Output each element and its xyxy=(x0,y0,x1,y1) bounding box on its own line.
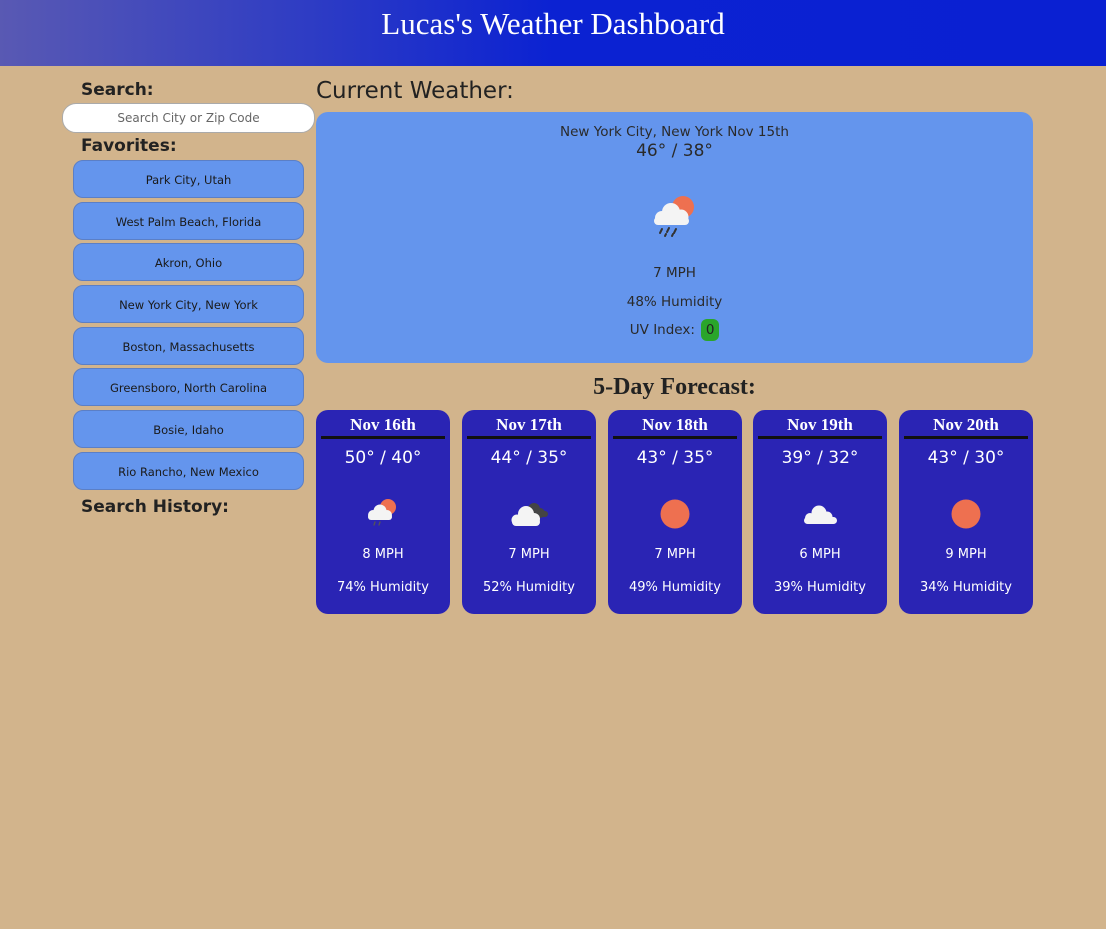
favorites-list: Park City, Utah West Palm Beach, Florida… xyxy=(73,160,304,494)
forecast-wind: 7 MPH xyxy=(508,547,550,562)
uv-label: UV Index: xyxy=(629,322,695,338)
forecast-temps: 39° / 32° xyxy=(781,448,859,468)
page-title: Lucas's Weather Dashboard xyxy=(381,6,725,41)
current-wind: 7 MPH xyxy=(653,265,696,281)
favorite-button-akron[interactable]: Akron, Ohio xyxy=(73,243,304,282)
uv-index-badge: 0 xyxy=(701,319,720,341)
current-humidity: 48% Humidity xyxy=(626,294,723,310)
favorite-button-rio-rancho[interactable]: Rio Rancho, New Mexico xyxy=(73,451,304,490)
forecast-date: Nov 16th xyxy=(350,415,416,434)
forecast-temps: 44° / 35° xyxy=(490,448,568,468)
forecast-card: Nov 18th 43° / 35° 7 MPH 49% Humidity xyxy=(608,410,742,614)
forecast-card: Nov 19th 39° / 32° 6 MPH 39% Humidity xyxy=(753,410,887,614)
divider xyxy=(904,436,1028,439)
favorite-button-boston[interactable]: Boston, Massachusetts xyxy=(73,326,304,365)
forecast-temps: 50° / 40° xyxy=(344,448,422,468)
forecast-wind: 8 MPH xyxy=(362,547,404,562)
forecast-date: Nov 20th xyxy=(933,415,999,434)
forecast-wind: 9 MPH xyxy=(945,547,987,562)
forecast-date: Nov 18th xyxy=(642,415,708,434)
forecast-humidity: 39% Humidity xyxy=(774,580,866,595)
divider xyxy=(321,436,445,439)
forecast-temps: 43° / 35° xyxy=(636,448,714,468)
forecast-humidity: 49% Humidity xyxy=(629,580,721,595)
favorites-label: Favorites: xyxy=(81,136,177,156)
cloud-sun-rain-icon xyxy=(368,499,396,526)
forecast-humidity: 34% Humidity xyxy=(920,580,1012,595)
forecast-humidity: 52% Humidity xyxy=(483,580,575,595)
favorite-button-new-york-city[interactable]: New York City, New York xyxy=(73,285,304,324)
cloud-icon xyxy=(804,505,837,524)
divider xyxy=(758,436,882,439)
forecast-wind: 6 MPH xyxy=(799,547,841,562)
current-location-date: New York City, New York Nov 15th xyxy=(560,124,789,140)
current-uv-row: UV Index: 0 xyxy=(316,319,1033,341)
current-weather-heading: Current Weather: xyxy=(316,78,514,104)
forecast-card: Nov 17th 44° / 35° 7 MPH 52% Humidity xyxy=(462,410,596,614)
current-weather-card: New York City, New York Nov 15th 46° / 3… xyxy=(316,112,1033,363)
cloud-sun-rain-icon xyxy=(654,196,694,237)
cloud-night-icon xyxy=(511,503,548,526)
favorite-button-greensboro[interactable]: Greensboro, North Carolina xyxy=(73,368,304,407)
divider xyxy=(613,436,737,439)
current-temps: 46° / 38° xyxy=(636,141,713,161)
forecast-card: Nov 20th 43° / 30° 9 MPH 34% Humidity xyxy=(899,410,1033,614)
favorite-button-west-palm-beach[interactable]: West Palm Beach, Florida xyxy=(73,201,304,240)
forecast-temps: 43° / 30° xyxy=(927,448,1005,468)
forecast-humidity: 74% Humidity xyxy=(337,580,429,595)
header-bar: Lucas's Weather Dashboard xyxy=(0,0,1106,66)
search-input[interactable] xyxy=(62,103,315,133)
forecast-date: Nov 17th xyxy=(496,415,562,434)
forecast-card: Nov 16th 50° / 40° 8 MPH 74% Humidity xyxy=(316,410,450,614)
forecast-date: Nov 19th xyxy=(787,415,853,434)
favorite-button-bosie[interactable]: Bosie, Idaho xyxy=(73,410,304,449)
search-label: Search: xyxy=(81,80,154,100)
search-history-label: Search History: xyxy=(81,497,229,517)
sun-icon xyxy=(660,499,690,529)
divider xyxy=(467,436,591,439)
sun-icon xyxy=(951,499,981,529)
forecast-heading: 5-Day Forecast: xyxy=(593,374,756,400)
forecast-wind: 7 MPH xyxy=(654,547,696,562)
favorite-button-park-city[interactable]: Park City, Utah xyxy=(73,160,304,198)
